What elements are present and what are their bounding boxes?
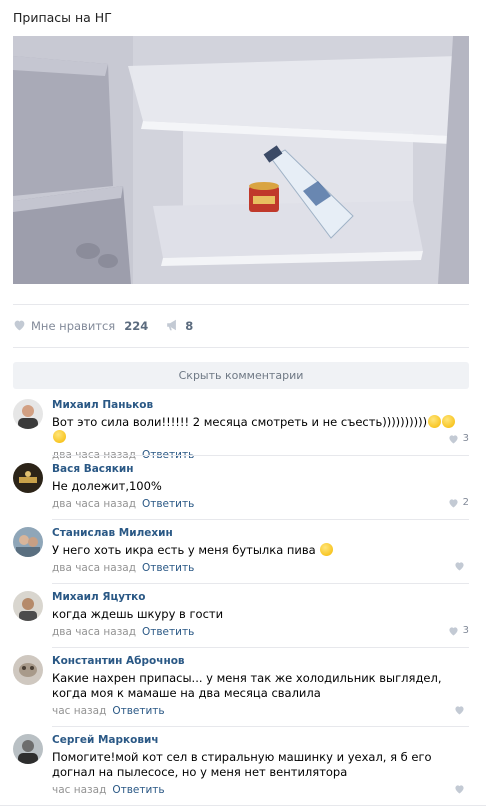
share-count: 8 xyxy=(185,319,194,333)
divider xyxy=(52,519,469,520)
heart-icon xyxy=(449,626,458,636)
comment-author[interactable]: Сергей Маркович xyxy=(52,734,469,747)
like-button[interactable]: Мне нравится 224 xyxy=(13,319,148,334)
hide-comments-button[interactable]: Скрыть комментарии xyxy=(13,362,469,389)
comment: Сергей Маркович Помогите!мой кот сел в с… xyxy=(13,734,469,798)
like-count: 224 xyxy=(124,319,149,333)
comment-text: Какие нахрен припасы... у меня так же хо… xyxy=(52,671,442,700)
comment-like-button[interactable]: 2 xyxy=(448,497,469,508)
heart-icon xyxy=(13,319,26,334)
comment-like-count: 2 xyxy=(462,497,469,508)
megaphone-icon xyxy=(166,319,180,334)
avatar[interactable] xyxy=(13,655,43,685)
divider xyxy=(0,805,486,806)
reply-link[interactable]: Ответить xyxy=(112,705,164,717)
divider xyxy=(13,304,469,305)
comment-like-button[interactable] xyxy=(454,705,469,715)
comment-like-button[interactable]: 3 xyxy=(448,433,469,444)
heart-icon xyxy=(455,706,464,715)
comment: Михаил Паньков Вот это сила воли!!!!!! 2… xyxy=(13,399,469,461)
heart-icon xyxy=(455,562,464,571)
reply-link[interactable]: Ответить xyxy=(142,626,194,638)
post-actions: Мне нравится 224 8 xyxy=(13,318,193,334)
comment-time: час назад xyxy=(52,784,107,796)
comment-author[interactable]: Михаил Паньков xyxy=(52,399,469,412)
comment-time: два часа назад xyxy=(52,498,136,510)
comment-like-button[interactable] xyxy=(454,784,469,794)
divider xyxy=(13,347,469,348)
comment-text: Не долежит,100% xyxy=(52,479,162,493)
share-button[interactable]: 8 xyxy=(166,319,193,334)
heart-icon xyxy=(455,785,464,794)
comment-text: У него хоть икра есть у меня бутылка пив… xyxy=(52,543,469,558)
heart-icon xyxy=(449,434,458,444)
comment-time: два часа назад xyxy=(52,626,136,638)
reply-link[interactable]: Ответить xyxy=(142,562,194,574)
comment-author[interactable]: Вася Васякин xyxy=(52,463,469,476)
comment-like-count: 3 xyxy=(462,625,469,636)
comment: Вася Васякин Не долежит,100% два часа на… xyxy=(13,463,469,511)
laughing-emoji-icon xyxy=(53,430,66,443)
comment-like-button[interactable] xyxy=(454,561,469,571)
comment-text: Вот это сила воли!!!!!! 2 месяца смотрет… xyxy=(52,415,469,445)
avatar[interactable] xyxy=(13,591,43,621)
comment-author[interactable]: Михаил Яцутко xyxy=(52,591,469,604)
heart-icon xyxy=(449,498,458,508)
post-title: Припасы на НГ xyxy=(13,10,112,25)
divider xyxy=(52,647,469,648)
divider xyxy=(52,726,469,727)
comment-like-button[interactable]: 3 xyxy=(448,625,469,636)
reply-link[interactable]: Ответить xyxy=(112,784,164,796)
comment-text: когда ждешь шкуру в гости xyxy=(52,607,224,621)
flushed-emoji-icon xyxy=(320,543,334,556)
avatar[interactable] xyxy=(13,527,43,557)
divider xyxy=(52,455,469,456)
comment: Станислав Милехин У него хоть икра есть … xyxy=(13,527,469,575)
comment-author[interactable]: Константин Аброчнов xyxy=(52,655,469,668)
avatar[interactable] xyxy=(13,734,43,764)
reply-link[interactable]: Ответить xyxy=(142,498,194,510)
comment-time: час назад xyxy=(52,705,107,717)
post-photo[interactable] xyxy=(13,36,469,284)
comment: Михаил Яцутко когда ждешь шкуру в гости … xyxy=(13,591,469,639)
divider xyxy=(52,583,469,584)
comment-author[interactable]: Станислав Милехин xyxy=(52,527,469,540)
comment: Константин Аброчнов Какие нахрен припасы… xyxy=(13,655,469,719)
laughing-emoji-icon xyxy=(428,415,442,428)
laughing-emoji-icon xyxy=(442,415,456,428)
comment-time: два часа назад xyxy=(52,562,136,574)
avatar[interactable] xyxy=(13,399,43,429)
avatar[interactable] xyxy=(13,463,43,493)
comment-text: Помогите!мой кот сел в стиральную машинк… xyxy=(52,750,432,779)
like-label: Мне нравится xyxy=(31,319,116,333)
comment-like-count: 3 xyxy=(462,433,469,444)
